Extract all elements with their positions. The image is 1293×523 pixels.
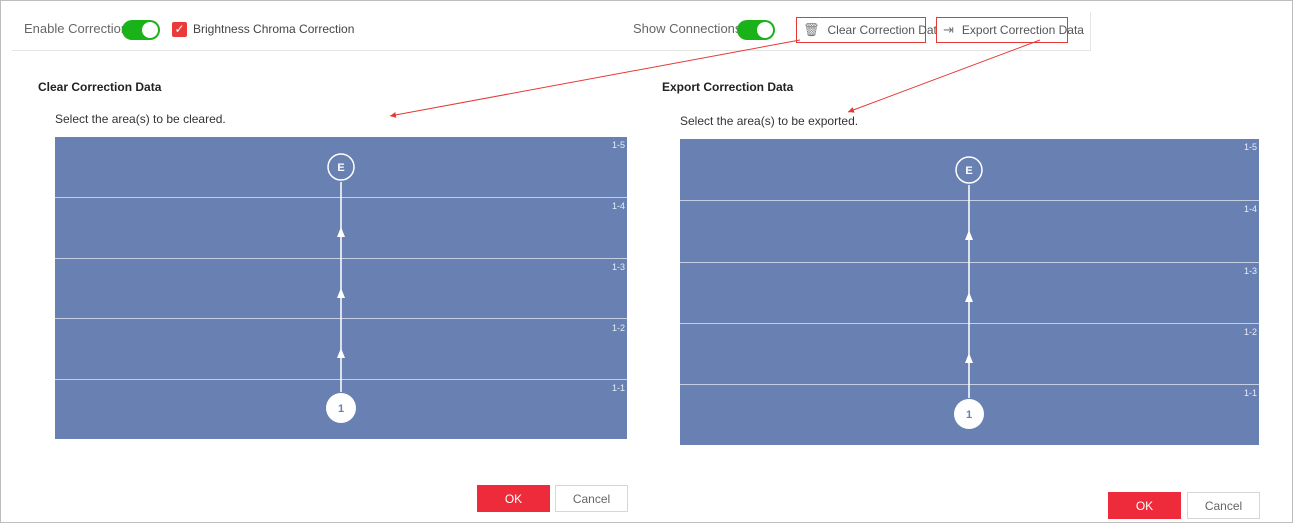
export-ok-button[interactable]: OK xyxy=(1108,492,1181,519)
connection-path: E 1 xyxy=(326,153,356,423)
clear-correction-data-button[interactable]: 🗑 Clear Correction Data xyxy=(796,17,944,43)
clear-cancel-button[interactable]: Cancel xyxy=(555,485,628,512)
svg-text:1: 1 xyxy=(338,403,344,415)
clear-ok-button[interactable]: OK xyxy=(477,485,550,512)
enable-correction-label: Enable Correction xyxy=(24,21,129,36)
export-icon: ⇥ xyxy=(943,22,954,37)
export-cancel-button[interactable]: Cancel xyxy=(1187,492,1260,519)
clear-area-grid[interactable]: 1-5 1-4 1-3 1-2 1-1 E 1 xyxy=(55,137,627,439)
clear-panel-instruction: Select the area(s) to be cleared. xyxy=(55,112,226,126)
enable-correction-toggle[interactable] xyxy=(122,20,160,40)
export-correction-data-button[interactable]: ⇥ Export Correction Data xyxy=(936,17,1084,43)
show-connections-label: Show Connections xyxy=(633,21,742,36)
toolbar: Enable Correction ✓ Brightness Chroma Co… xyxy=(12,12,1091,51)
show-connections-toggle[interactable] xyxy=(737,20,775,40)
clear-correction-data-label: Clear Correction Data xyxy=(827,23,944,37)
export-correction-data-label: Export Correction Data xyxy=(961,23,1084,37)
connection-path: E 1 xyxy=(954,156,984,429)
export-panel-instruction: Select the area(s) to be exported. xyxy=(680,114,859,128)
trash-icon: 🗑 xyxy=(803,22,820,37)
brightness-chroma-checkbox[interactable]: ✓ xyxy=(172,22,187,37)
clear-panel-title: Clear Correction Data xyxy=(38,80,162,94)
export-panel-title: Export Correction Data xyxy=(662,80,794,94)
svg-text:E: E xyxy=(337,162,344,174)
svg-text:E: E xyxy=(965,165,972,177)
svg-text:1: 1 xyxy=(966,409,972,421)
brightness-chroma-label: Brightness Chroma Correction xyxy=(193,22,355,36)
export-area-grid[interactable]: 1-5 1-4 1-3 1-2 1-1 E 1 xyxy=(680,139,1259,445)
